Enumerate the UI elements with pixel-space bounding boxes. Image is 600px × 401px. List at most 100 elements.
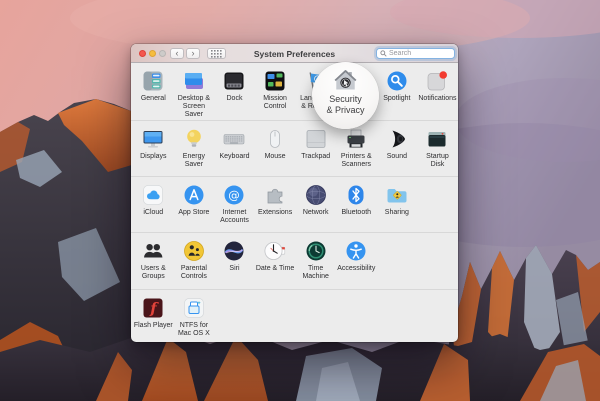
keyboard-icon [222,127,246,151]
security-privacy-icon[interactable] [332,67,359,94]
magnifier-label-line2: & Privacy [326,105,365,115]
bluetooth-icon [344,183,368,207]
preferences-row: Users & Groups Parental Controls Siri Date … [131,233,458,290]
pref-item-label: Internet Accounts [220,209,249,224]
pref-item-label: NTFS for Mac OS X [177,322,210,337]
pref-item-label: Bluetooth [341,209,372,216]
pref-item-label: Parental Controls [180,265,207,280]
pref-item-sound[interactable]: Sound [377,121,418,176]
close-button[interactable] [139,50,146,57]
pref-item-internet-accounts[interactable]: @ Internet Accounts [214,177,255,232]
preferences-grid: General Desktop & Screen Saver Dock Mission… [131,63,458,342]
pref-item-app-store[interactable]: App Store [174,177,215,232]
mission-control-icon [263,69,287,93]
pref-item-time-machine[interactable]: Time Machine [295,233,336,289]
pref-item-label: iCloud [143,209,164,216]
pref-item-spotlight[interactable]: Spotlight [377,63,418,120]
pref-item-accessibility[interactable]: Accessibility [336,233,377,289]
pref-item-label: Users & Groups [140,265,166,280]
printers-scanners-icon [344,127,368,151]
pref-item-label: Dock [226,95,243,102]
pref-item-label: Mission Control [263,95,287,110]
titlebar[interactable]: ‹ › System Preferences Search [131,44,458,63]
pref-item-label: Keyboard [219,153,250,160]
pref-item-label: Extensions [257,209,293,216]
pref-item-icloud[interactable]: iCloud [133,177,174,232]
pref-item-ntfs[interactable]: NTFS for Mac OS X [174,290,215,342]
users-groups-icon [141,239,165,263]
pref-item-label: General [140,95,166,102]
pref-item-dock[interactable]: Dock [214,63,255,120]
spotlight-icon [385,69,409,93]
pref-item-label: Energy Saver [182,153,205,168]
pref-item-flash-player[interactable]: f Flash Player [133,290,174,342]
pref-item-parental-controls[interactable]: Parental Controls [174,233,215,289]
pref-item-displays[interactable]: Displays [133,121,174,176]
svg-text:@: @ [229,188,241,202]
pref-item-label: Siri [229,265,240,272]
internet-accounts-icon: @ [222,183,246,207]
pref-item-mouse[interactable]: Mouse [255,121,296,176]
desktop: ‹ › System Preferences Search General De… [0,0,600,401]
startup-disk-icon [425,127,449,151]
pref-item-startup-disk[interactable]: Startup Disk [417,121,458,176]
ntfs-icon [182,296,206,320]
pref-item-label: Spotlight [383,95,411,102]
pref-item-energy-saver[interactable]: Energy Saver [174,121,215,176]
preferences-row: General Desktop & Screen Saver Dock Mission… [131,63,458,121]
desktop-screen-saver-icon [182,69,206,93]
pref-item-sharing[interactable]: Sharing [377,177,418,232]
pref-item-trackpad[interactable]: Trackpad [295,121,336,176]
magnifier-label-line1: Security [329,94,362,104]
search-icon [380,50,387,57]
pref-item-label: Desktop & Screen Saver [177,95,211,118]
time-machine-icon [304,239,328,263]
pref-item-users-groups[interactable]: Users & Groups [133,233,174,289]
pref-item-siri[interactable]: Siri [214,233,255,289]
notifications-icon [425,69,449,93]
traffic-lights [139,50,166,57]
pref-item-date-time[interactable]: Date & Time [255,233,296,289]
minimize-button[interactable] [149,50,156,57]
pref-item-general[interactable]: General [133,63,174,120]
pref-item-label: Network [302,209,329,216]
magnifier-loupe: Security & Privacy [312,62,379,129]
preferences-row: f Flash Player NTFS for Mac OS X [131,290,458,342]
pref-item-label: Notifications [418,95,457,102]
pref-item-label: Time Machine [302,265,329,280]
siri-icon [222,239,246,263]
flash-player-icon: f [141,296,165,320]
pref-item-label: Date & Time [255,265,295,272]
parental-controls-icon [182,239,206,263]
preferences-row: Displays Energy Saver Keyboard Mouse Trackpa… [131,121,458,177]
pref-item-label: Flash Player [133,322,173,329]
app-store-icon [182,183,206,207]
pref-item-notifications[interactable]: Notifications [417,63,458,120]
system-preferences-window: ‹ › System Preferences Search General De… [131,44,458,342]
pref-item-extensions[interactable]: Extensions [255,177,296,232]
grid-icon [211,49,222,58]
show-all-button[interactable] [207,48,226,59]
pref-item-label: Startup Disk [426,153,449,168]
pref-item-mission-control[interactable]: Mission Control [255,63,296,120]
trackpad-icon [304,127,328,151]
dock-icon [222,69,246,93]
mouse-icon [263,127,287,151]
pref-item-network[interactable]: Network [295,177,336,232]
search-placeholder: Search [389,50,412,57]
forward-button[interactable]: › [186,48,200,59]
pref-item-bluetooth[interactable]: Bluetooth [336,177,377,232]
search-input[interactable]: Search [376,48,455,59]
pref-item-label: Trackpad [301,153,331,160]
sharing-icon [385,183,409,207]
date-time-icon [263,239,287,263]
back-button[interactable]: ‹ [170,48,184,59]
pref-item-desktop-screen-saver[interactable]: Desktop & Screen Saver [174,63,215,120]
icloud-icon [141,183,165,207]
network-icon [304,183,328,207]
preferences-row: iCloud App Store @ Internet Accounts Extensi… [131,177,458,233]
energy-saver-icon [182,127,206,151]
pref-item-keyboard[interactable]: Keyboard [214,121,255,176]
pref-item-label: Sharing [384,209,409,216]
pref-item-printers-scanners[interactable]: Printers & Scanners [336,121,377,176]
